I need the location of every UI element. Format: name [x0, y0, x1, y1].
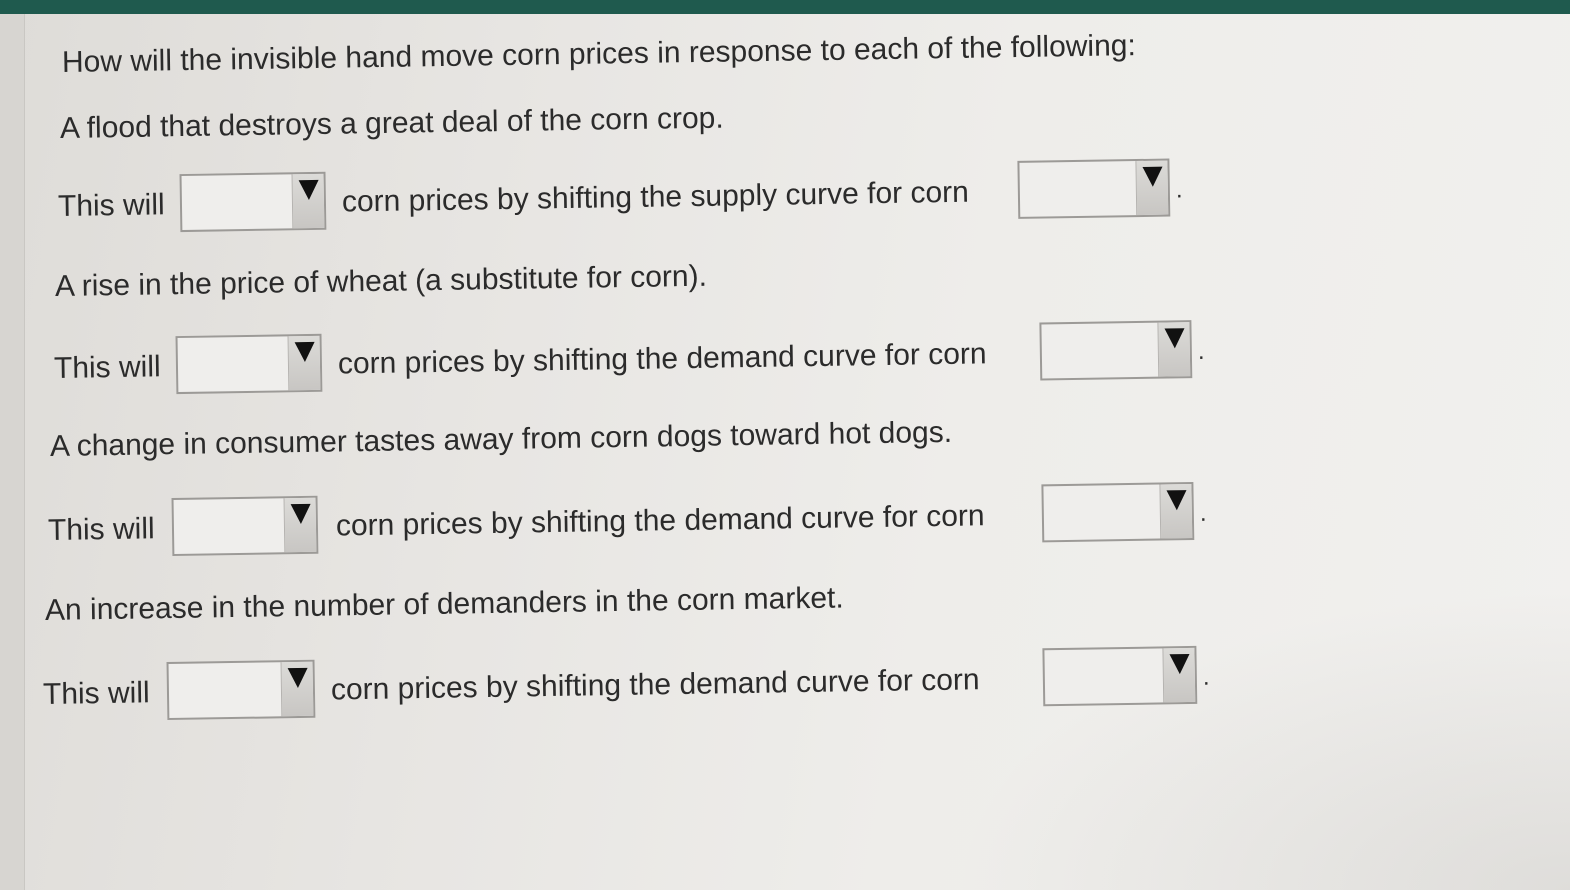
row-middle-text: corn prices by shifting the demand curve…	[335, 499, 985, 543]
dropdown-button[interactable]	[1159, 484, 1193, 539]
row-middle-text: corn prices by shifting the demand curve…	[337, 337, 987, 381]
row-end-period: .	[1175, 176, 1183, 204]
triangle-down-icon	[287, 667, 308, 689]
dropdown-button[interactable]	[1162, 647, 1196, 703]
price-direction-dropdown[interactable]	[171, 495, 319, 557]
dropdown-button[interactable]	[287, 335, 321, 391]
question-prompt: How will the invisible hand move corn pr…	[61, 29, 1137, 79]
row-lead-text: This will	[42, 676, 150, 711]
row-lead-text: This will	[53, 350, 161, 385]
row-end-period: .	[1202, 663, 1210, 691]
dropdown-button[interactable]	[283, 497, 317, 553]
curve-shift-dropdown[interactable]	[1039, 320, 1193, 381]
answer-row: This will corn prices by shifting the su…	[58, 157, 1259, 238]
curve-shift-dropdown[interactable]	[1017, 158, 1171, 219]
triangle-down-icon	[298, 179, 319, 201]
top-bar	[0, 0, 1570, 14]
row-lead-text: This will	[47, 512, 155, 547]
triangle-down-icon	[1168, 653, 1190, 675]
dropdown-button[interactable]	[291, 173, 325, 229]
left-margin-strip	[0, 14, 25, 890]
price-direction-dropdown[interactable]	[179, 171, 327, 233]
triangle-down-icon	[1166, 490, 1187, 511]
scenario-text: A change in consumer tastes away from co…	[49, 415, 953, 463]
dropdown-button[interactable]	[280, 661, 314, 717]
triangle-down-icon	[1164, 328, 1185, 349]
dropdown-button[interactable]	[1157, 322, 1191, 377]
row-middle-text: corn prices by shifting the demand curve…	[330, 663, 980, 707]
triangle-down-icon	[290, 503, 311, 525]
curve-shift-dropdown[interactable]	[1042, 645, 1198, 707]
curve-shift-dropdown[interactable]	[1041, 482, 1195, 543]
answer-row: This will corn prices by shifting the de…	[54, 319, 1255, 400]
row-middle-text: corn prices by shifting the supply curve…	[341, 175, 970, 219]
background-shadow	[950, 590, 1570, 890]
row-end-period: .	[1199, 499, 1207, 527]
price-direction-dropdown[interactable]	[175, 333, 323, 395]
row-lead-text: This will	[57, 188, 165, 223]
row-end-period: .	[1197, 337, 1205, 366]
scenario-text: A rise in the price of wheat (a substitu…	[54, 259, 708, 303]
answer-row: This will corn prices by shifting the de…	[48, 481, 1249, 562]
triangle-down-icon	[294, 341, 315, 363]
scenario-text: A flood that destroys a great deal of th…	[59, 101, 724, 145]
triangle-down-icon	[1142, 166, 1163, 187]
dropdown-button[interactable]	[1135, 160, 1169, 216]
scenario-text: An increase in the number of demanders i…	[44, 581, 844, 627]
price-direction-dropdown[interactable]	[166, 659, 316, 721]
